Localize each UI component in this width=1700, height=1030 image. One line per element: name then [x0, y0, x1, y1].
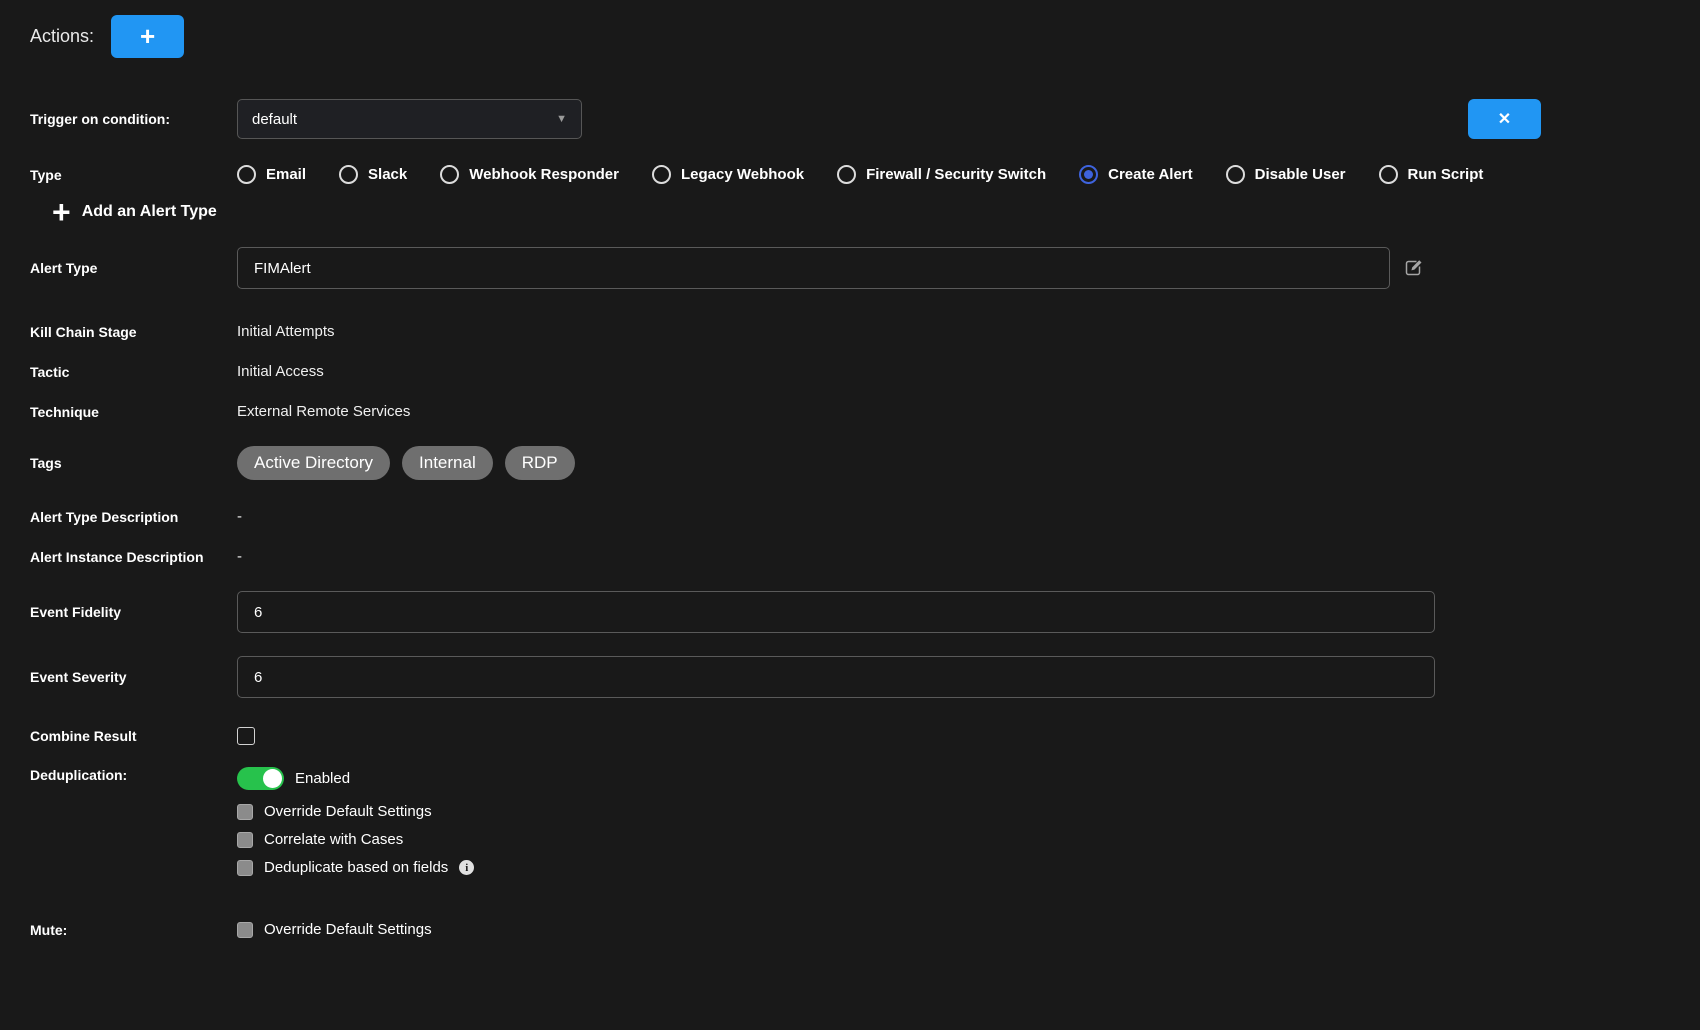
override-default-settings-row: Override Default Settings	[237, 803, 474, 820]
kill-chain-stage-value: Initial Attempts	[237, 323, 335, 340]
mute-override-checkbox[interactable]	[237, 922, 253, 938]
mute-label: Mute:	[30, 922, 237, 938]
radio-circle-icon	[1226, 165, 1245, 184]
deduplication-toggle[interactable]	[237, 767, 284, 790]
event-severity-row: Event Severity	[30, 656, 1670, 698]
type-row: Type Email Slack Webhook Responder Legac…	[30, 165, 1670, 184]
correlate-with-cases-checkbox[interactable]	[237, 832, 253, 848]
add-action-button[interactable]: +	[111, 15, 184, 58]
technique-label: Technique	[30, 404, 237, 420]
tag-chip: Internal	[402, 446, 493, 480]
alert-type-description-row: Alert Type Description -	[30, 508, 1670, 525]
alert-type-label: Alert Type	[30, 260, 237, 276]
mute-content: Override Default Settings	[237, 921, 432, 938]
radio-legacy-webhook[interactable]: Legacy Webhook	[652, 165, 804, 184]
technique-row: Technique External Remote Services	[30, 403, 1670, 420]
trigger-condition-value: default	[252, 111, 297, 128]
deduplication-toggle-row: Enabled	[237, 767, 474, 790]
radio-circle-icon	[237, 165, 256, 184]
deduplication-toggle-label: Enabled	[295, 770, 350, 787]
combine-result-checkbox[interactable]	[237, 727, 255, 745]
info-icon[interactable]: i	[459, 860, 474, 875]
add-alert-type-link[interactable]: + Add an Alert Type	[52, 201, 217, 223]
x-icon: ✕	[1498, 109, 1511, 129]
radio-firewall-security-switch[interactable]: Firewall / Security Switch	[837, 165, 1046, 184]
radio-circle-icon	[440, 165, 459, 184]
radio-circle-icon	[339, 165, 358, 184]
edit-pencil-icon[interactable]	[1404, 258, 1424, 278]
radio-circle-icon	[652, 165, 671, 184]
plus-icon: +	[52, 201, 71, 223]
toggle-knob	[263, 769, 282, 788]
actions-header: Actions: +	[30, 14, 1670, 58]
combine-result-label: Combine Result	[30, 728, 237, 744]
deduplication-content: Enabled Override Default Settings Correl…	[237, 767, 474, 887]
radio-circle-selected-icon	[1079, 165, 1098, 184]
tags-label: Tags	[30, 455, 237, 471]
correlate-with-cases-row: Correlate with Cases	[237, 831, 474, 848]
actions-label: Actions:	[30, 26, 94, 47]
tag-chip: RDP	[505, 446, 575, 480]
type-radio-group: Email Slack Webhook Responder Legacy Web…	[237, 165, 1483, 184]
trigger-condition-row: Trigger on condition: default ▼	[30, 99, 1670, 139]
radio-circle-icon	[1379, 165, 1398, 184]
type-label: Type	[30, 167, 237, 183]
alert-instance-description-value: -	[237, 548, 242, 565]
alert-action-config-panel: Actions: + ✕ Trigger on condition: defau…	[0, 0, 1700, 938]
kill-chain-stage-label: Kill Chain Stage	[30, 324, 237, 340]
event-severity-input[interactable]	[237, 656, 1435, 698]
override-default-settings-checkbox[interactable]	[237, 804, 253, 820]
tag-chip: Active Directory	[237, 446, 390, 480]
deduplicate-fields-checkbox[interactable]	[237, 860, 253, 876]
mute-override-label: Override Default Settings	[264, 921, 432, 938]
radio-circle-icon	[837, 165, 856, 184]
deduplication-row: Deduplication: Enabled Override Default …	[30, 767, 1670, 887]
chevron-down-icon: ▼	[556, 113, 567, 125]
alert-instance-description-row: Alert Instance Description -	[30, 548, 1670, 565]
radio-create-alert[interactable]: Create Alert	[1079, 165, 1192, 184]
tags-row: Tags Active Directory Internal RDP	[30, 446, 1670, 480]
event-severity-label: Event Severity	[30, 669, 237, 685]
deduplication-label: Deduplication:	[30, 767, 237, 783]
plus-icon: +	[140, 21, 155, 52]
combine-result-row: Combine Result	[30, 727, 1670, 745]
deduplicate-fields-row: Deduplicate based on fields i	[237, 859, 474, 876]
alert-instance-description-label: Alert Instance Description	[30, 549, 237, 565]
add-alert-type-label: Add an Alert Type	[82, 203, 217, 221]
radio-run-script[interactable]: Run Script	[1379, 165, 1484, 184]
radio-email[interactable]: Email	[237, 165, 306, 184]
event-fidelity-label: Event Fidelity	[30, 604, 237, 620]
alert-type-description-value: -	[237, 508, 242, 525]
radio-slack[interactable]: Slack	[339, 165, 407, 184]
trigger-condition-label: Trigger on condition:	[30, 111, 237, 127]
kill-chain-stage-row: Kill Chain Stage Initial Attempts	[30, 323, 1670, 340]
alert-type-input[interactable]	[237, 247, 1390, 289]
remove-action-button[interactable]: ✕	[1468, 99, 1541, 139]
technique-value: External Remote Services	[237, 403, 410, 420]
alert-type-row: Alert Type	[30, 247, 1670, 289]
trigger-condition-select[interactable]: default ▼	[237, 99, 582, 139]
tactic-value: Initial Access	[237, 363, 324, 380]
radio-webhook-responder[interactable]: Webhook Responder	[440, 165, 619, 184]
mute-row: Mute: Override Default Settings	[30, 921, 1670, 938]
alert-type-description-label: Alert Type Description	[30, 509, 237, 525]
event-fidelity-input[interactable]	[237, 591, 1435, 633]
radio-disable-user[interactable]: Disable User	[1226, 165, 1346, 184]
tags-list: Active Directory Internal RDP	[237, 446, 575, 480]
tactic-label: Tactic	[30, 364, 237, 380]
tactic-row: Tactic Initial Access	[30, 363, 1670, 380]
event-fidelity-row: Event Fidelity	[30, 591, 1670, 633]
